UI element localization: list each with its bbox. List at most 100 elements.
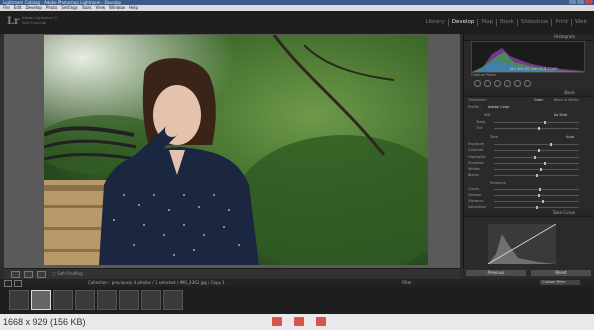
presence-label: Presence <box>490 181 506 185</box>
soft-proofing-checkbox[interactable]: ▢ <box>52 271 56 276</box>
adjustment-brush-icon[interactable] <box>524 80 531 87</box>
module-slideshow[interactable]: Slideshow <box>516 19 552 26</box>
second-window-icon[interactable] <box>14 280 22 287</box>
contrast-slider[interactable] <box>494 149 579 152</box>
grid-view-icon[interactable] <box>37 271 46 278</box>
module-print[interactable]: Print <box>551 19 571 26</box>
shadows-slider[interactable] <box>494 162 579 165</box>
tone-auto-button[interactable]: Auto <box>566 135 574 139</box>
photo-canvas[interactable] <box>4 34 460 268</box>
module-picker: Library Develop Map Book Slideshow Print… <box>423 19 591 26</box>
filmstrip-thumb[interactable] <box>75 290 95 310</box>
fullsize-icon[interactable] <box>316 317 326 326</box>
shadows-label: Shadows <box>468 161 484 165</box>
filter-label: Filter : <box>402 280 415 285</box>
histogram-header[interactable]: Histogram <box>464 34 594 41</box>
module-develop[interactable]: Develop <box>447 19 478 26</box>
temp-label: Temp <box>476 120 486 124</box>
blacks-slider[interactable] <box>494 174 579 177</box>
maximize-button[interactable] <box>577 0 584 4</box>
module-book[interactable]: Book <box>496 19 517 26</box>
basic-header[interactable]: Basic <box>464 90 594 97</box>
filmstrip-thumb[interactable] <box>163 290 183 310</box>
lightroom-logo: Lr <box>7 16 20 27</box>
filmstrip-thumb-selected[interactable] <box>31 290 51 310</box>
histogram-values: ISO 400 50 mm f/2.8 1/160 <box>510 67 558 71</box>
contrast-label: Contrast <box>468 148 483 152</box>
highlights-label: Highlights <box>468 155 486 159</box>
custom-filter-dropdown[interactable]: Custom Filter <box>540 280 580 285</box>
image-size-text: 1668 x 929 (156 KB) <box>3 317 86 327</box>
portrait-photo <box>44 35 428 265</box>
profile-label: Profile : <box>468 105 482 109</box>
treatment-color[interactable]: Color <box>534 98 543 102</box>
filmstrip-thumb[interactable] <box>119 290 139 310</box>
filmstrip-thumb[interactable] <box>97 290 117 310</box>
minimize-button[interactable] <box>569 0 576 4</box>
reset-button[interactable]: Reset <box>531 270 591 276</box>
tint-slider[interactable] <box>494 127 579 130</box>
identity-line-1: Adobe Lightroom CC <box>22 16 58 20</box>
whites-slider[interactable] <box>494 168 579 171</box>
profile-value[interactable]: Adobe Color <box>488 105 509 109</box>
saturation-slider[interactable] <box>494 206 579 209</box>
tone-curve-label: Tone Curve <box>552 210 575 215</box>
filmstrip-thumb[interactable] <box>9 290 29 310</box>
module-web[interactable]: Web <box>571 19 590 26</box>
basic-label: Basic <box>564 90 575 95</box>
close-button[interactable] <box>585 0 592 4</box>
spot-removal-icon[interactable] <box>484 80 491 87</box>
dehaze-label: Dehaze <box>468 193 482 197</box>
soft-proofing-toggle[interactable]: ▢ Soft Proofing <box>52 271 83 277</box>
main-window-icon[interactable] <box>4 280 12 287</box>
blacks-label: Blacks <box>468 173 480 177</box>
right-panel: Histogram ISO 400 50 mm f/2.8 1/160 Orig… <box>463 34 594 268</box>
whites-label: Whites <box>468 167 481 171</box>
tone-label: Tone <box>490 135 499 139</box>
treatment-label: Treatment : <box>468 98 489 102</box>
module-library[interactable]: Library <box>423 19 448 26</box>
filmstrip <box>0 287 594 314</box>
histogram-label: Histogram <box>554 34 575 39</box>
before-after-icon[interactable] <box>24 271 33 278</box>
filmstrip-source-path[interactable]: Collection : previously 4 photos / 1 sel… <box>88 280 225 286</box>
exposure-label: Exposure <box>468 142 485 146</box>
clarity-label: Clarity <box>468 187 480 191</box>
edit-icon[interactable] <box>294 317 304 326</box>
develop-toolbar: ▢ Soft Proofing <box>4 268 460 279</box>
vibrance-slider[interactable] <box>494 200 579 203</box>
tint-label: Tint <box>476 126 483 130</box>
original-photo-label: Original Photo <box>471 73 496 77</box>
lightroom-window: Lightroom Catalog - Adobe Photoshop Ligh… <box>0 0 594 314</box>
filmstrip-header: Collection : previously 4 photos / 1 sel… <box>0 279 594 287</box>
identity-plate: Lr Adobe Lightroom CC Julia Puszcrak Lib… <box>0 11 594 34</box>
dehaze-slider[interactable] <box>494 194 579 197</box>
saturation-label: Saturation <box>468 205 487 209</box>
previous-button[interactable]: Previous <box>466 270 526 276</box>
highlights-slider[interactable] <box>494 156 579 159</box>
vibrance-label: Vibrance <box>468 199 484 203</box>
histogram[interactable]: ISO 400 50 mm f/2.8 1/160 <box>471 41 585 73</box>
graduated-filter-icon[interactable] <box>504 80 511 87</box>
wb-value[interactable]: As Shot <box>554 113 567 117</box>
clarity-slider[interactable] <box>494 188 579 191</box>
module-map[interactable]: Map <box>477 19 496 26</box>
exposure-slider[interactable] <box>494 143 579 146</box>
red-eye-icon[interactable] <box>494 80 501 87</box>
right-panel-buttons: Previous Reset <box>463 268 594 278</box>
identity-line-2: Julia Puszcrak <box>22 20 46 25</box>
treatment-bw[interactable]: Black & White <box>554 98 579 102</box>
radial-filter-icon[interactable] <box>514 80 521 87</box>
soft-proofing-label: Soft Proofing <box>57 271 83 276</box>
filmstrip-thumb[interactable] <box>53 290 73 310</box>
tool-strip <box>474 80 531 87</box>
crop-icon[interactable] <box>474 80 481 87</box>
temp-slider[interactable] <box>494 121 579 124</box>
loupe-view-icon[interactable] <box>11 271 20 278</box>
tone-curve-header[interactable]: Tone Curve <box>464 210 594 217</box>
share-icon[interactable] <box>272 317 282 326</box>
filmstrip-thumb[interactable] <box>141 290 161 310</box>
wb-label: WB : <box>484 113 493 117</box>
tone-curve-graph[interactable] <box>487 223 557 265</box>
image-info-bar: 1668 x 929 (156 KB) <box>0 314 594 330</box>
